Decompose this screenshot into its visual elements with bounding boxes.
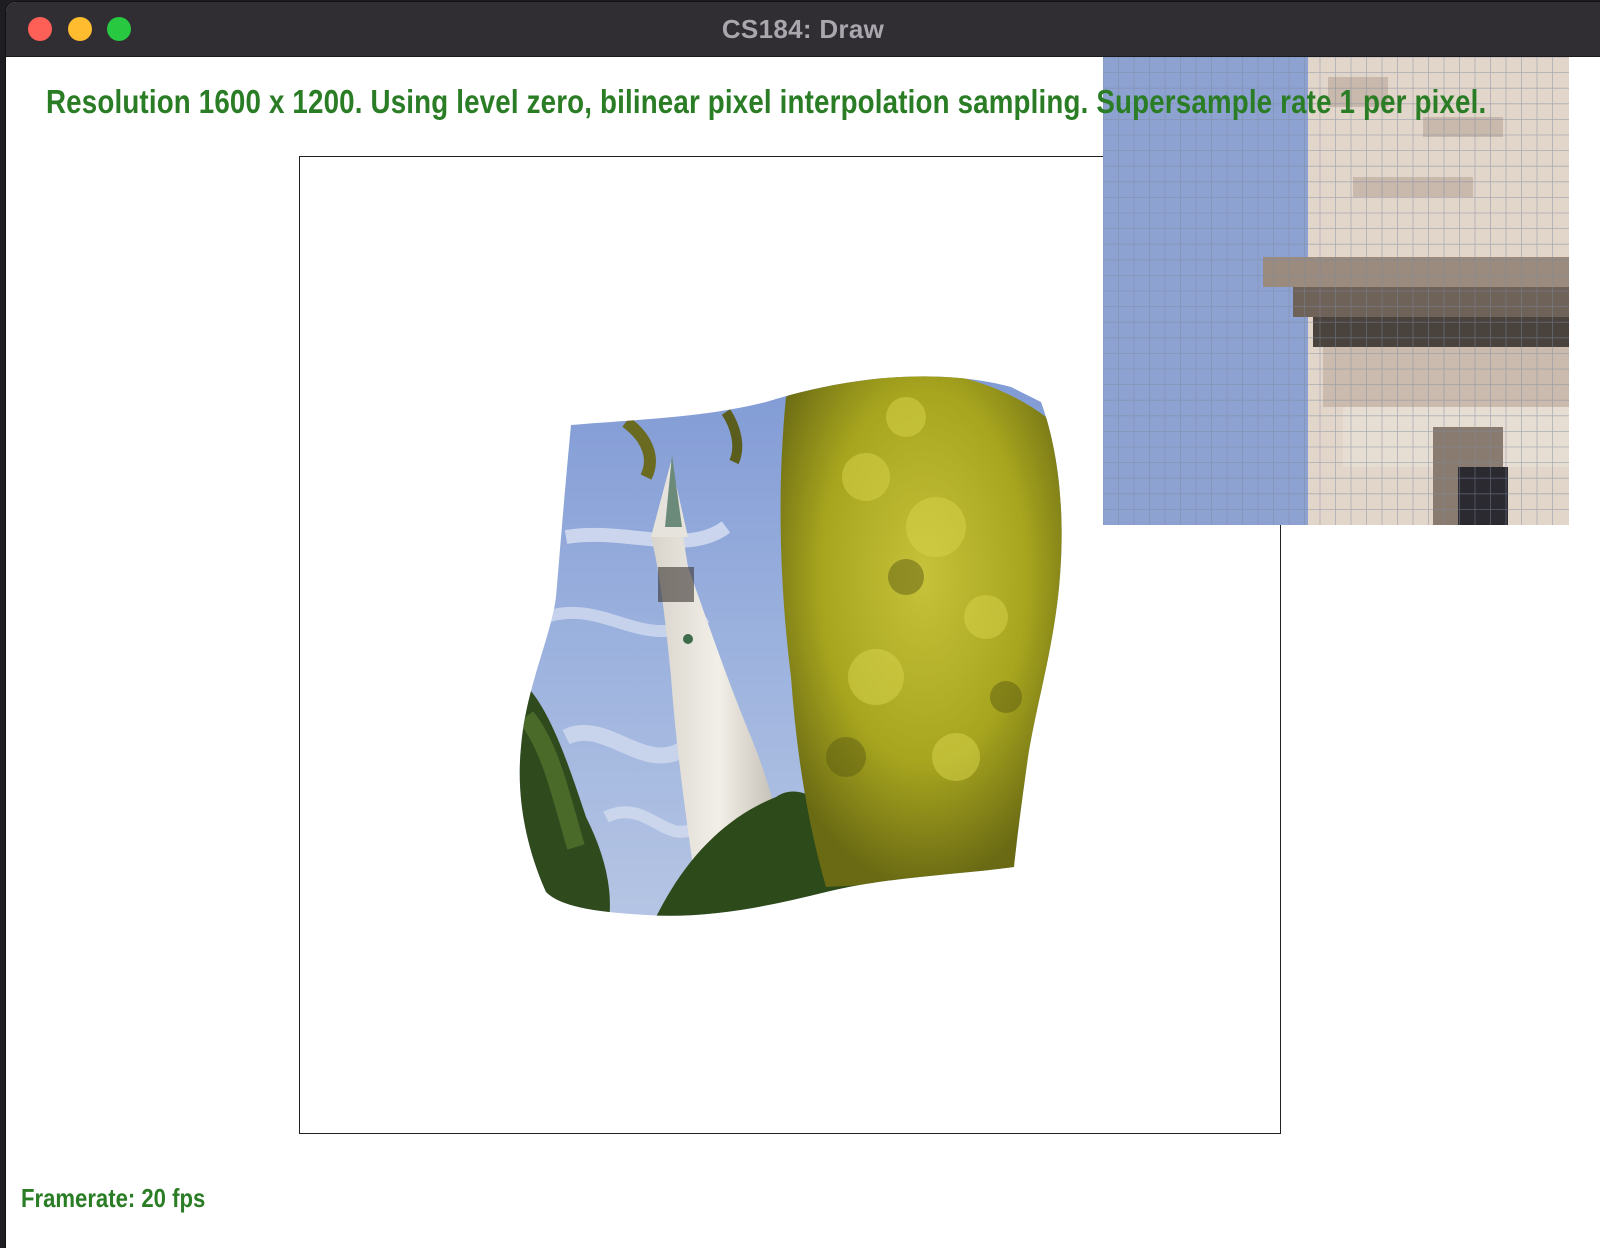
framerate-text: Framerate: 20 fps	[21, 1183, 206, 1213]
render-area[interactable]: Resolution 1600 x 1200. Using level zero…	[6, 57, 1600, 1248]
app-window: CS184: Draw Resolution 1600 x 1200. Usin…	[6, 2, 1600, 1248]
status-text: Resolution 1600 x 1200. Using level zero…	[46, 83, 1487, 120]
zoom-magnifier-inset	[1103, 57, 1569, 525]
window-title: CS184: Draw	[721, 14, 885, 44]
title-bar[interactable]: CS184: Draw	[6, 2, 1600, 57]
